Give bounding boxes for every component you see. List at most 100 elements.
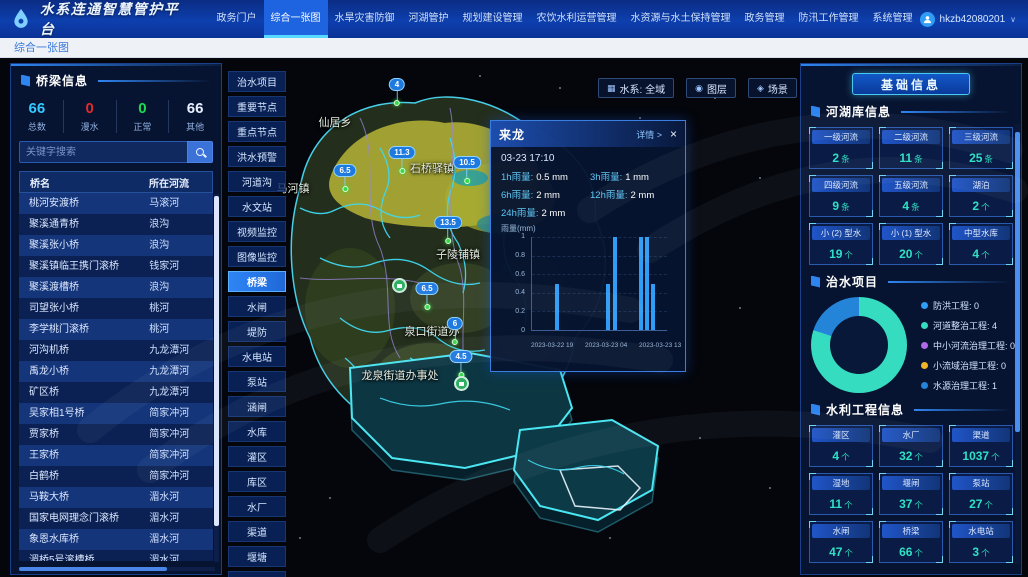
table-row[interactable]: 聚溪通青桥浪沟 <box>19 214 213 235</box>
nav-item-8[interactable]: 防汛工作管理 <box>792 0 866 38</box>
river-section-header: 河湖库信息 <box>801 95 1021 125</box>
nav-item-6[interactable]: 水资源与水土保持管理 <box>624 0 738 38</box>
camera-marker-icon[interactable] <box>454 376 469 391</box>
card-unit: 条 <box>914 154 923 164</box>
popup-detail-link[interactable]: 详情 > <box>636 128 662 141</box>
water-level-marker[interactable]: 6.5 <box>415 282 438 310</box>
layer-menu-item-8[interactable]: 桥梁 <box>228 271 286 292</box>
table-row[interactable]: 司望张小桥桃河 <box>19 298 213 319</box>
breadcrumb: 综合一张图 <box>14 42 69 54</box>
nav-item-0[interactable]: 政务门户 <box>210 0 264 38</box>
card-label: 渠道 <box>952 428 1010 442</box>
scrollbar-thumb[interactable] <box>19 567 167 571</box>
table-row[interactable]: 聚溪张小桥浪沟 <box>19 235 213 256</box>
water-level-marker[interactable]: 13.5 <box>434 216 462 244</box>
water-level-marker[interactable]: 6.5 <box>333 164 356 192</box>
table-row[interactable]: 聚溪镇临王携门滚桥钱家河 <box>19 256 213 277</box>
table-row[interactable]: 聚溪渡槽桥浪沟 <box>19 277 213 298</box>
layer-menu-item-13[interactable]: 涵闸 <box>228 396 286 417</box>
table-scrollbar-vertical[interactable] <box>214 194 219 562</box>
table-row[interactable]: 白鹤桥简家冲河 <box>19 466 213 487</box>
table-row[interactable]: 国家电网理念门滚桥湄水河 <box>19 508 213 529</box>
card-unit: 条 <box>841 202 850 212</box>
table-row[interactable]: 吴家相1号桥简家冲河 <box>19 403 213 424</box>
layer-menu-item-11[interactable]: 水电站 <box>228 346 286 367</box>
layer-menu-item-6[interactable]: 视频监控 <box>228 221 286 242</box>
water-level-marker[interactable]: 10.5 <box>453 156 481 184</box>
layer-menu-item-9[interactable]: 水闸 <box>228 296 286 317</box>
layer-menu-item-15[interactable]: 灌区 <box>228 446 286 467</box>
card-label: 堰闸 <box>882 476 940 490</box>
table-row[interactable]: 李学桃门滚桥桃河 <box>19 319 213 340</box>
table-row[interactable]: 王家桥简家冲河 <box>19 445 213 466</box>
x-tick-label: 2023-03-22 19 <box>531 342 573 349</box>
layer-menu-item-16[interactable]: 库区 <box>228 471 286 492</box>
basic-info-title: 基础信息 <box>881 76 941 93</box>
table-row[interactable]: 矿区桥九龙潭河 <box>19 382 213 403</box>
scrollbar-thumb[interactable] <box>1015 132 1020 432</box>
scrollbar-thumb[interactable] <box>214 196 219 526</box>
map-control-0[interactable]: ▦水系: 全域 <box>598 78 674 98</box>
close-icon[interactable]: × <box>670 128 677 140</box>
table-row[interactable]: 河沟机桥九龙潭河 <box>19 340 213 361</box>
card-number: 4 <box>902 199 909 213</box>
cell-river-name: 浪沟 <box>139 214 213 235</box>
card-label: 二级河流 <box>882 130 940 144</box>
layer-menu-item-1[interactable]: 重要节点 <box>228 96 286 117</box>
legend-label: 中小河流治理工程: 0 <box>933 339 1015 352</box>
nav-item-3[interactable]: 河湖管护 <box>402 0 456 38</box>
layer-menu-item-5[interactable]: 水文站 <box>228 196 286 217</box>
layer-menu-item-19[interactable]: 堰塘 <box>228 546 286 567</box>
layer-menu-item-17[interactable]: 水厂 <box>228 496 286 517</box>
water-level-marker[interactable]: 4 <box>389 78 405 106</box>
card-label: 泵站 <box>952 476 1010 490</box>
layer-menu-item-20[interactable]: 湿地 <box>228 571 286 577</box>
app-logo-icon <box>10 8 32 30</box>
legend-label: 河道整治工程: 4 <box>933 319 997 332</box>
water-level-marker[interactable]: 11.3 <box>388 146 415 174</box>
table-row[interactable]: 禹龙小桥九龙潭河 <box>19 361 213 382</box>
metric-label: 12h雨量: <box>590 190 628 201</box>
table-scrollbar-horizontal[interactable] <box>19 567 215 571</box>
works-section-title: 水利工程信息 <box>826 401 904 418</box>
works-card-0: 灌区4个 <box>809 425 873 467</box>
search-input[interactable] <box>19 141 187 163</box>
table-row[interactable]: 贾家桥简家冲河 <box>19 424 213 445</box>
card-value: 27个 <box>952 495 1010 513</box>
section-divider <box>914 409 1011 411</box>
layer-menu-item-4[interactable]: 河道沟 <box>228 171 286 192</box>
camera-marker-icon[interactable] <box>392 278 407 293</box>
layer-menu-item-0[interactable]: 治水项目 <box>228 71 286 92</box>
layer-menu-item-2[interactable]: 重点节点 <box>228 121 286 142</box>
nav-item-1[interactable]: 综合一张图 <box>264 0 328 38</box>
nav-item-7[interactable]: 政务管理 <box>738 0 792 38</box>
card-number: 25 <box>969 151 982 165</box>
nav-item-2[interactable]: 水旱灾害防御 <box>328 0 402 38</box>
layer-menu-item-14[interactable]: 水库 <box>228 421 286 442</box>
nav-item-4[interactable]: 规划建设管理 <box>456 0 530 38</box>
map-control-1[interactable]: ◉图层 <box>686 78 736 98</box>
water-level-marker[interactable]: 4.5 <box>449 350 472 378</box>
card-number: 37 <box>899 497 912 511</box>
table-row[interactable]: 湄桥5号滚槽桥湄水河 <box>19 550 213 561</box>
search-button[interactable] <box>187 141 213 163</box>
layer-menu-item-7[interactable]: 图像监控 <box>228 246 286 267</box>
cell-bridge-name: 吴家相1号桥 <box>19 403 139 424</box>
layer-menu-item-18[interactable]: 渠道 <box>228 521 286 542</box>
bridge-stat-2: 0正常 <box>116 100 169 133</box>
table-row[interactable]: 马鞍大桥湄水河 <box>19 487 213 508</box>
map-control-2[interactable]: ◈场景 <box>748 78 797 98</box>
card-number: 11 <box>899 151 912 165</box>
nav-item-9[interactable]: 系统管理 <box>866 0 920 38</box>
nav-item-5[interactable]: 农饮水利运营管理 <box>530 0 624 38</box>
table-row[interactable]: 桃河安渡桥马滚河 <box>19 193 213 214</box>
layer-menu-item-10[interactable]: 堤防 <box>228 321 286 342</box>
rain-metric-4: 24h雨量:2 mm <box>501 205 586 219</box>
layer-menu-item-3[interactable]: 洪水预警 <box>228 146 286 167</box>
table-row[interactable]: 象恩水库桥湄水河 <box>19 529 213 550</box>
panel-scrollbar[interactable] <box>1015 124 1020 564</box>
water-level-marker[interactable]: 6 <box>447 317 463 345</box>
layer-menu-item-12[interactable]: 泵站 <box>228 371 286 392</box>
user-chip[interactable]: hkzb42080201 ∨ <box>920 12 1016 27</box>
card-number: 1037 <box>962 449 989 463</box>
